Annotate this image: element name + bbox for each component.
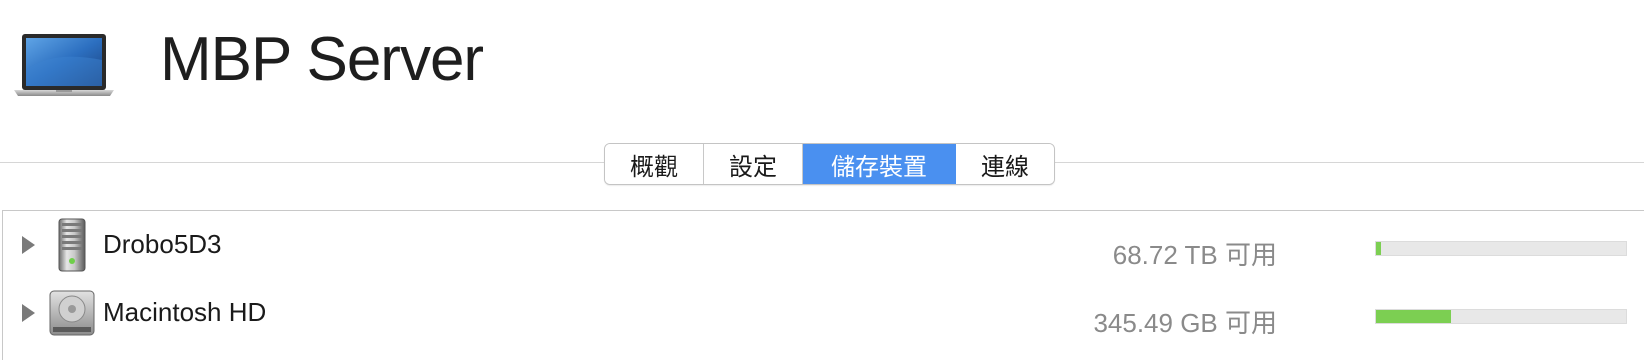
- macbook-pro-icon: [12, 30, 116, 100]
- disk-usage-bar: [1375, 241, 1627, 256]
- server-app-page: MBP Server 概觀 設定 儲存裝置 連線 Drobo5D3 68.72 …: [0, 0, 1644, 360]
- segmented-tab-control: 概觀 設定 儲存裝置 連線: [604, 143, 1055, 185]
- tab-settings[interactable]: 設定: [704, 144, 803, 184]
- disclosure-triangle-icon[interactable]: [22, 304, 35, 322]
- disk-row-drobo[interactable]: Drobo5D3 68.72 TB 可用: [3, 215, 1644, 275]
- disk-available-space: 68.72 TB 可用: [1112, 240, 1277, 270]
- disk-available-space: 345.49 GB 可用: [1093, 308, 1277, 338]
- disk-usage-fill: [1376, 310, 1451, 323]
- drobo-icon: [47, 217, 97, 273]
- device-name-title: MBP Server: [160, 25, 484, 94]
- disk-name: Drobo5D3: [103, 229, 222, 259]
- tab-overview[interactable]: 概觀: [605, 144, 704, 184]
- disk-usage-bar: [1375, 309, 1627, 324]
- hard-disk-icon: [47, 285, 97, 341]
- disk-usage-fill: [1376, 242, 1381, 255]
- tab-connections[interactable]: 連線: [956, 144, 1054, 184]
- disk-row-macintosh-hd[interactable]: Macintosh HD 345.49 GB 可用: [3, 283, 1644, 343]
- disk-name: Macintosh HD: [103, 297, 267, 327]
- tab-storage[interactable]: 儲存裝置: [803, 144, 956, 184]
- storage-list-panel: Drobo5D3 68.72 TB 可用 Macintosh HD 345.49…: [2, 210, 1644, 360]
- disclosure-triangle-icon[interactable]: [22, 236, 35, 254]
